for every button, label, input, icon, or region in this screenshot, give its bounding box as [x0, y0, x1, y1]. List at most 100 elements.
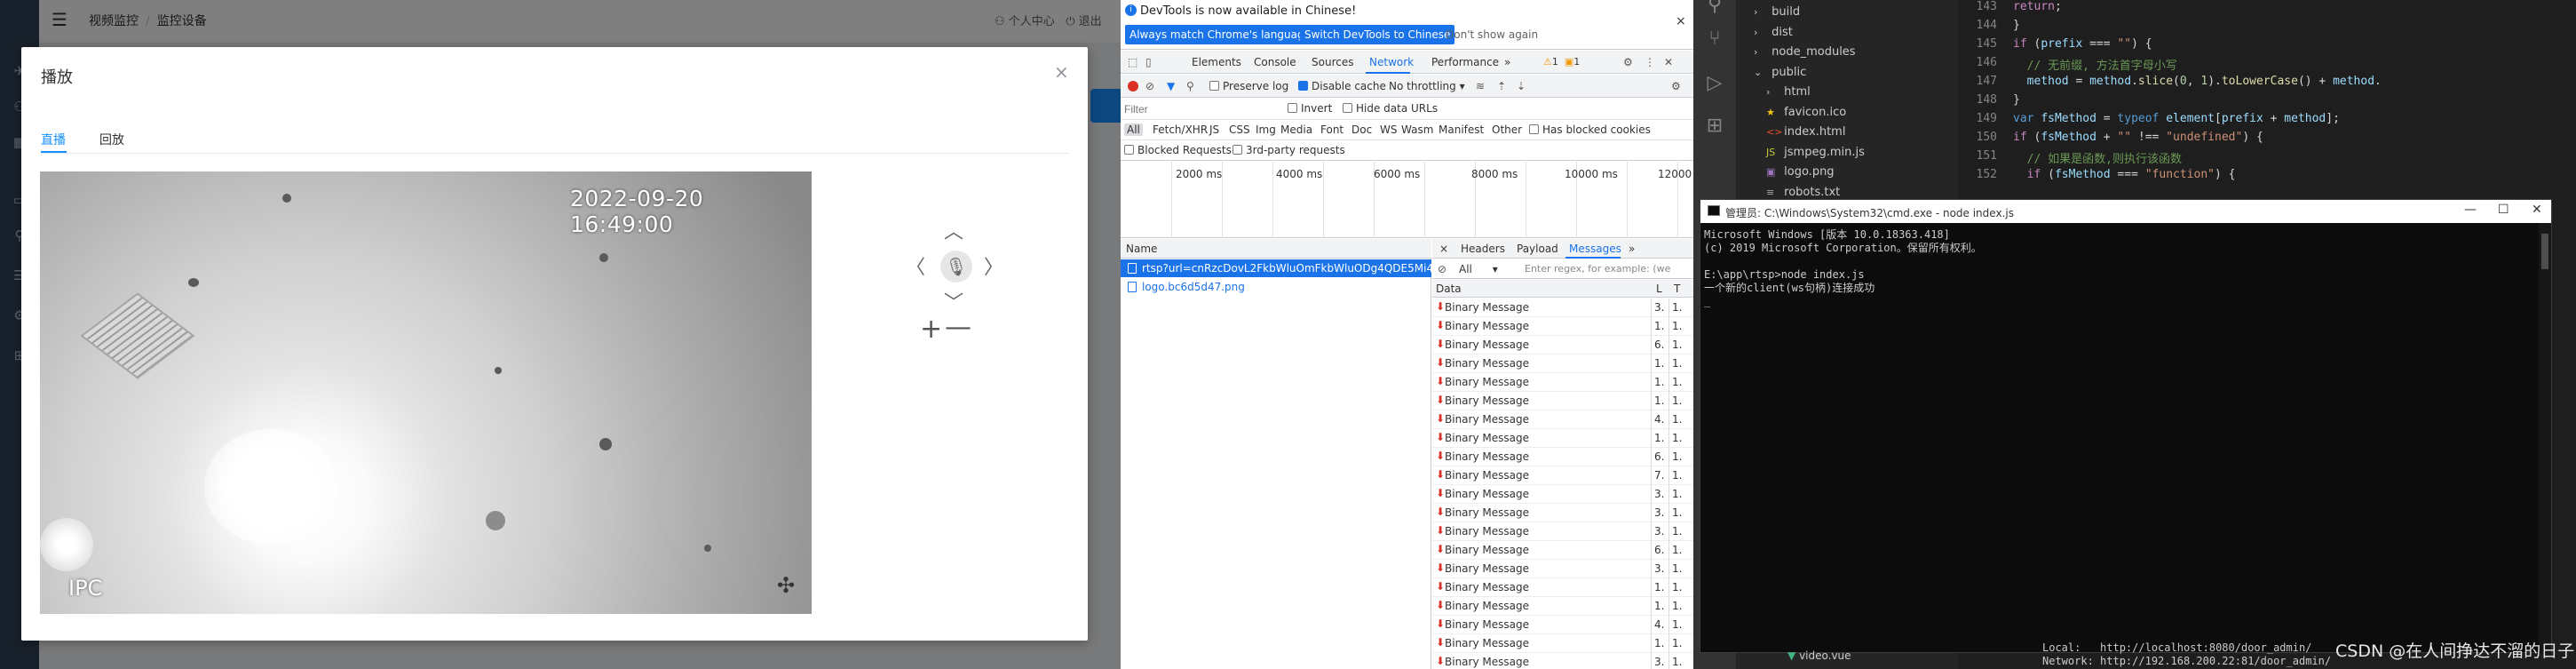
cmd-window[interactable]: 管理员: C:\Windows\System32\cmd.exe - node …: [1700, 199, 2552, 654]
tree-item[interactable]: › dist: [1754, 26, 1793, 39]
run-debug-icon[interactable]: ▷: [1704, 73, 1725, 94]
record-icon[interactable]: [1128, 81, 1138, 92]
terminal-local-url[interactable]: Local: http://localhost:8080/door_admin/: [2042, 641, 2311, 654]
message-row[interactable]: ⬇ Binary Message 1. 1.: [1432, 392, 1693, 410]
request-row-selected[interactable]: rtsp?url=cnRzcDovL2FkbWluOmFkbWluODg4QDE…: [1121, 259, 1458, 277]
close-icon[interactable]: ✕: [2532, 203, 2542, 217]
column-length[interactable]: L: [1656, 283, 1662, 295]
inspect-icon[interactable]: ⬚: [1128, 56, 1137, 68]
terminal-output[interactable]: Microsoft Windows [版本 10.0.18363.418] (c)…: [1704, 228, 2539, 646]
wifi-icon[interactable]: ≋: [1476, 80, 1485, 92]
column-data[interactable]: Data: [1436, 283, 1462, 295]
tree-item[interactable]: › build: [1754, 5, 1800, 19]
type-doc[interactable]: Doc: [1351, 123, 1372, 136]
download-icon[interactable]: ⇣: [1517, 80, 1526, 92]
maximize-icon[interactable]: ☐: [2498, 203, 2509, 217]
type-js[interactable]: JS: [1209, 123, 1219, 136]
type-fetch-xhr[interactable]: Fetch/XHR: [1153, 123, 1208, 136]
message-row[interactable]: ⬇ Binary Message 1. 1.: [1432, 634, 1693, 653]
message-row[interactable]: ⬇ Binary Message 4. 1.: [1432, 410, 1693, 429]
tab-performance[interactable]: Performance: [1431, 56, 1499, 68]
message-row[interactable]: ⬇ Binary Message 6. 1.: [1432, 448, 1693, 466]
tab-headers[interactable]: Headers: [1461, 243, 1505, 255]
tree-item-video-vue[interactable]: ▼ video.vue: [1787, 649, 1851, 662]
video-player[interactable]: 2022-09-20 16:49:00 IPC ✣: [40, 171, 812, 614]
tree-item[interactable]: › node_modules: [1754, 45, 1856, 59]
scrollbar[interactable]: [2539, 223, 2551, 654]
message-row[interactable]: ⬇ Binary Message 1. 1.: [1432, 317, 1693, 336]
device-toggle-icon[interactable]: ▯: [1145, 56, 1152, 68]
message-row[interactable]: ⬇ Binary Message 1. 1.: [1432, 429, 1693, 448]
close-icon[interactable]: ✕: [1664, 56, 1673, 68]
third-party-checkbox[interactable]: 3rd-party requests: [1233, 144, 1345, 156]
message-row[interactable]: ⬇ Binary Message 3. 1.: [1432, 522, 1693, 541]
filter-input[interactable]: [1124, 102, 1284, 116]
tree-item[interactable]: <> index.html: [1766, 125, 1845, 139]
type-ws[interactable]: WS: [1380, 123, 1397, 136]
tree-item[interactable]: › html: [1766, 85, 1811, 99]
search-icon[interactable]: ⚲: [1704, 0, 1725, 16]
invert-checkbox[interactable]: Invert: [1288, 102, 1332, 115]
network-overview[interactable]: 2000 ms 4000 ms 6000 ms 8000 ms 10000 ms…: [1121, 162, 1693, 238]
zoom-in-icon[interactable]: +: [920, 314, 942, 345]
ptz-left-icon[interactable]: 〈: [906, 251, 925, 280]
type-manifest[interactable]: Manifest: [1439, 123, 1484, 136]
tab-payload[interactable]: Payload: [1517, 243, 1558, 255]
tree-item[interactable]: ★ favicon.ico: [1766, 106, 1846, 119]
message-row[interactable]: ⬇ Binary Message 7. 1.: [1432, 466, 1693, 485]
throttling-select[interactable]: No throttling ▾: [1389, 80, 1465, 92]
tab-elements[interactable]: Elements: [1192, 56, 1241, 68]
tree-item[interactable]: ⌄ public: [1754, 66, 1806, 79]
upload-icon[interactable]: ⇡: [1497, 80, 1506, 92]
type-wasm[interactable]: Wasm: [1401, 123, 1433, 136]
search-icon[interactable]: ⚲: [1186, 80, 1194, 92]
source-control-icon[interactable]: ⑂: [1704, 28, 1725, 50]
switch-chinese-button[interactable]: Switch DevTools to Chinese: [1300, 25, 1455, 44]
tab-messages[interactable]: Messages: [1569, 243, 1621, 255]
column-header[interactable]: Name: [1121, 239, 1431, 259]
settings-icon[interactable]: ⚙: [1671, 80, 1681, 92]
message-row[interactable]: ⬇ Binary Message 1. 1.: [1432, 354, 1693, 373]
tab-sources[interactable]: Sources: [1312, 56, 1353, 68]
message-row[interactable]: ⬇ Binary Message 3. 1.: [1432, 299, 1693, 317]
ptz-up-icon[interactable]: ︿: [944, 216, 963, 244]
dont-show-again-button[interactable]: Don't show again: [1446, 28, 1538, 41]
move-icon[interactable]: ✣: [777, 573, 795, 598]
hide-data-urls-checkbox[interactable]: Hide data URLs: [1343, 102, 1438, 115]
tree-item[interactable]: ▣ logo.png: [1766, 165, 1835, 179]
type-other[interactable]: Other: [1492, 123, 1522, 136]
message-row[interactable]: ⬇ Binary Message 3. 1.: [1432, 504, 1693, 522]
message-row[interactable]: ⬇ Binary Message 3. 1.: [1432, 560, 1693, 578]
tab-console[interactable]: Console: [1254, 56, 1296, 68]
message-regex-input[interactable]: Enter regex, for example: (we: [1525, 263, 1670, 275]
message-row[interactable]: ⬇ Binary Message 6. 1.: [1432, 541, 1693, 560]
close-icon[interactable]: ×: [1676, 14, 1686, 28]
terminal-network-url[interactable]: Network: http://192.168.200.22:81/door_a…: [2042, 655, 2331, 667]
has-blocked-cookies-checkbox[interactable]: Has blocked cookies: [1529, 123, 1651, 136]
close-icon[interactable]: ×: [1054, 61, 1069, 83]
type-css[interactable]: CSS: [1229, 123, 1250, 136]
message-row[interactable]: ⬇ Binary Message 1. 1.: [1432, 578, 1693, 597]
filter-icon[interactable]: ▼: [1167, 80, 1175, 92]
clear-icon[interactable]: ⊘: [1145, 80, 1154, 92]
more-tabs-icon[interactable]: »: [1629, 243, 1635, 255]
tab-playback[interactable]: 回放: [99, 131, 124, 148]
issue-counters[interactable]: ⚠1 ▣1: [1543, 56, 1580, 68]
request-row[interactable]: logo.bc6d5d47.png: [1121, 278, 1431, 296]
match-language-button[interactable]: Always match Chrome's language: [1125, 25, 1315, 44]
tree-item[interactable]: JS jsmpeg.min.js: [1766, 146, 1865, 159]
message-row[interactable]: ⬇ Binary Message 1. 1.: [1432, 373, 1693, 392]
kebab-menu-icon[interactable]: ⋮: [1645, 56, 1655, 68]
message-row[interactable]: ⬇ Binary Message 1. 1.: [1432, 597, 1693, 616]
disable-cache-checkbox[interactable]: Disable cache: [1298, 80, 1386, 92]
message-row[interactable]: ⬇ Binary Message 3. 1.: [1432, 485, 1693, 504]
preserve-log-checkbox[interactable]: Preserve log: [1209, 80, 1288, 92]
scrollbar-thumb[interactable]: [2541, 234, 2548, 269]
extensions-icon[interactable]: ⊞: [1704, 115, 1725, 137]
type-img[interactable]: Img: [1256, 123, 1276, 136]
microphone-icon[interactable]: 🎙: [940, 251, 972, 283]
cmd-titlebar[interactable]: 管理员: C:\Windows\System32\cmd.exe - node …: [1700, 200, 2551, 223]
tab-network[interactable]: Network: [1369, 56, 1414, 68]
message-row[interactable]: ⬇ Binary Message 4. 1.: [1432, 616, 1693, 634]
ptz-right-icon[interactable]: 〉: [984, 251, 1003, 280]
